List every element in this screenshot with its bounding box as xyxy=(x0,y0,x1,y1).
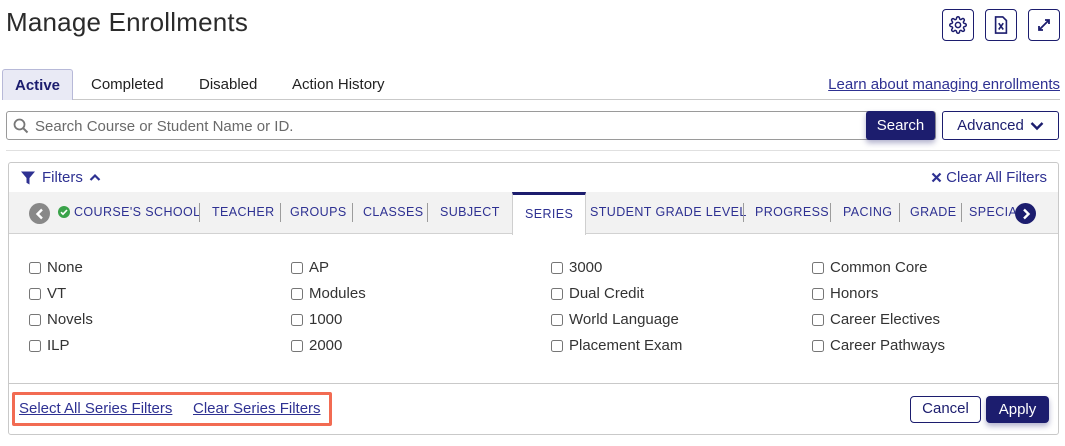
series-option[interactable]: Placement Exam xyxy=(551,337,682,354)
chevron-down-icon xyxy=(1030,121,1044,130)
filter-category-strip: COURSE'S SCHOOL TEACHER GROUPS CLASSES S… xyxy=(9,192,1058,235)
chevron-left-icon xyxy=(35,208,43,219)
clear-all-filters-label: Clear All Filters xyxy=(946,169,1047,186)
category-classes[interactable]: CLASSES xyxy=(363,205,423,219)
series-checkbox[interactable] xyxy=(291,313,303,326)
series-checkbox[interactable] xyxy=(29,287,41,300)
category-courses-school[interactable]: COURSE'S SCHOOL xyxy=(58,205,200,219)
series-checkbox[interactable] xyxy=(812,313,824,326)
search-box xyxy=(6,111,936,140)
series-option[interactable]: 2000 xyxy=(291,337,342,354)
check-circle-icon xyxy=(58,206,70,218)
category-series[interactable]: SERIES xyxy=(512,192,587,235)
series-checkbox[interactable] xyxy=(551,287,563,300)
series-options: None VT Novels ILP AP Modules 1000 2000 … xyxy=(29,259,1049,371)
series-checkbox[interactable] xyxy=(551,339,563,352)
excel-export-icon xyxy=(994,16,1008,34)
export-excel-button[interactable] xyxy=(985,9,1017,41)
divider xyxy=(6,150,1060,151)
funnel-icon xyxy=(21,171,35,184)
advanced-search-button[interactable]: Advanced xyxy=(942,111,1059,140)
series-option[interactable]: Common Core xyxy=(812,259,928,276)
chevron-up-icon xyxy=(89,173,101,181)
apply-button[interactable]: Apply xyxy=(986,396,1049,423)
series-option[interactable]: World Language xyxy=(551,311,679,328)
search-button[interactable]: Search xyxy=(866,111,935,140)
gear-icon xyxy=(949,16,967,34)
series-option[interactable]: Dual Credit xyxy=(551,285,644,302)
category-pacing[interactable]: PACING xyxy=(843,205,892,219)
series-option[interactable]: VT xyxy=(29,285,66,302)
category-separator xyxy=(427,203,428,222)
clear-series-filters-link[interactable]: Clear Series Filters xyxy=(193,400,321,417)
tab-disabled[interactable]: Disabled xyxy=(187,69,269,100)
series-option[interactable]: ILP xyxy=(29,337,70,354)
scroll-right-button[interactable] xyxy=(1015,203,1036,224)
series-checkbox[interactable] xyxy=(291,261,303,274)
page-title: Manage Enrollments xyxy=(6,7,249,37)
category-label: COURSE'S SCHOOL xyxy=(74,205,201,219)
close-icon xyxy=(931,172,942,183)
category-grade[interactable]: GRADE xyxy=(910,205,956,219)
series-checkbox[interactable] xyxy=(29,339,41,352)
series-option[interactable]: Career Pathways xyxy=(812,337,945,354)
settings-button[interactable] xyxy=(942,9,974,41)
select-all-series-filters-link[interactable]: Select All Series Filters xyxy=(19,400,172,417)
category-subject[interactable]: SUBJECT xyxy=(440,205,500,219)
tab-completed[interactable]: Completed xyxy=(79,69,176,100)
search-icon xyxy=(13,118,29,134)
series-checkbox[interactable] xyxy=(812,287,824,300)
clear-all-filters-button[interactable]: Clear All Filters xyxy=(931,169,1047,186)
series-checkbox[interactable] xyxy=(812,261,824,274)
category-separator xyxy=(199,203,200,222)
series-option[interactable]: Novels xyxy=(29,311,93,328)
category-separator xyxy=(961,203,962,222)
category-separator xyxy=(352,203,353,222)
advanced-label: Advanced xyxy=(957,117,1024,134)
series-checkbox[interactable] xyxy=(551,261,563,274)
scroll-left-button[interactable] xyxy=(29,203,50,224)
series-option[interactable]: Career Electives xyxy=(812,311,940,328)
filter-panel-footer: Select All Series Filters Clear Series F… xyxy=(9,383,1058,426)
series-checkbox[interactable] xyxy=(291,287,303,300)
category-separator xyxy=(899,203,900,222)
series-option[interactable]: 3000 xyxy=(551,259,602,276)
chevron-right-icon xyxy=(1022,208,1030,219)
learn-about-enrollments-link[interactable]: Learn about managing enrollments xyxy=(828,76,1060,93)
series-checkbox[interactable] xyxy=(291,339,303,352)
series-checkbox[interactable] xyxy=(29,261,41,274)
category-separator xyxy=(743,203,744,222)
category-separator xyxy=(280,203,281,222)
category-separator xyxy=(830,203,831,222)
series-option[interactable]: Modules xyxy=(291,285,366,302)
filters-toggle[interactable]: Filters xyxy=(20,169,101,186)
series-checkbox[interactable] xyxy=(29,313,41,326)
cancel-button[interactable]: Cancel xyxy=(910,396,981,423)
tab-active[interactable]: Active xyxy=(2,69,74,100)
series-option[interactable]: AP xyxy=(291,259,329,276)
filters-label: Filters xyxy=(42,169,83,186)
category-student-grade-level[interactable]: STUDENT GRADE LEVEL xyxy=(590,205,747,219)
category-special[interactable]: SPECIA xyxy=(969,205,1015,219)
category-progress[interactable]: PROGRESS xyxy=(755,205,829,219)
expand-button[interactable] xyxy=(1028,9,1060,41)
header-actions xyxy=(942,9,1060,41)
series-checkbox[interactable] xyxy=(551,313,563,326)
category-groups[interactable]: GROUPS xyxy=(290,205,347,219)
expand-icon xyxy=(1038,19,1050,31)
series-checkbox[interactable] xyxy=(812,339,824,352)
category-teacher[interactable]: TEACHER xyxy=(212,205,275,219)
filter-panel: Filters Clear All Filters COURSE'S SCHOO… xyxy=(8,162,1059,435)
series-option[interactable]: Honors xyxy=(812,285,878,302)
search-input[interactable] xyxy=(33,115,863,137)
series-option[interactable]: None xyxy=(29,259,83,276)
tab-action-history[interactable]: Action History xyxy=(280,69,397,100)
series-option[interactable]: 1000 xyxy=(291,311,342,328)
